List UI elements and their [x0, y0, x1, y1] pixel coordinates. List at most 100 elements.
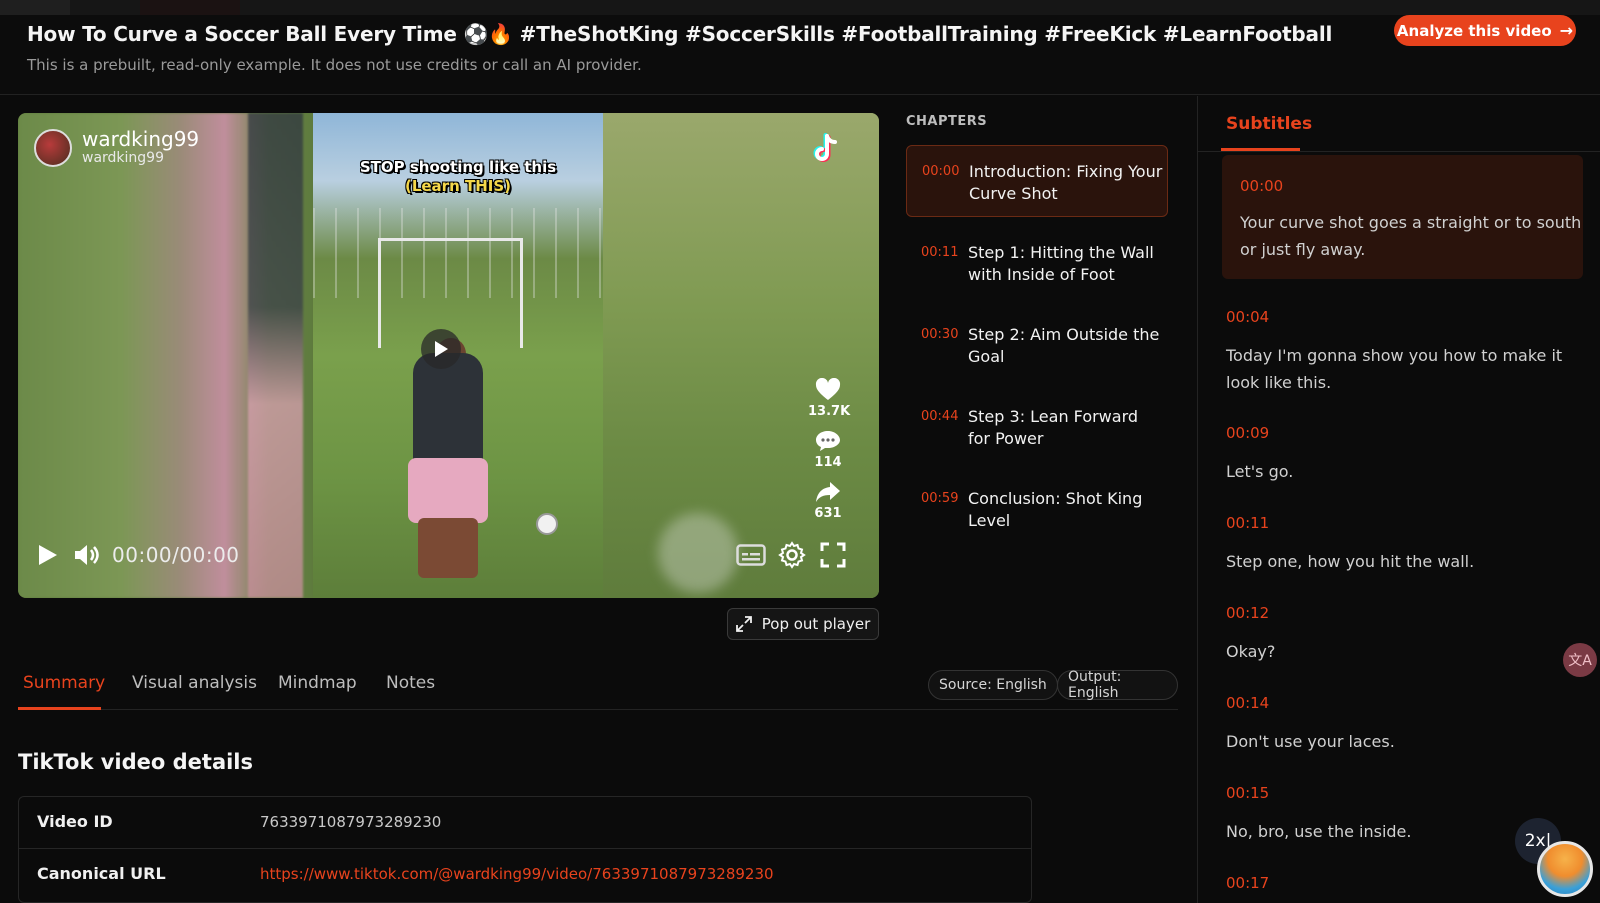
chapter-time: 00:44	[921, 409, 959, 424]
row-value: 7633971087973289230	[260, 813, 442, 831]
pop-out-label: Pop out player	[761, 615, 871, 633]
details-heading: TikTok video details	[18, 750, 254, 774]
top-strip	[0, 0, 1600, 15]
subtitle-text: Your curve shot goes a straight or to so…	[1240, 213, 1582, 259]
volume-button[interactable]	[73, 543, 101, 571]
subtitle-time: 00:00	[1240, 177, 1284, 195]
subtitle-time: 00:14	[1226, 694, 1270, 712]
subtitle-entry[interactable]: 00:09 Let's go.	[1226, 424, 1571, 485]
chapter-label: Step 1: Hitting the Wall with Inside of …	[968, 243, 1154, 284]
subtitle-entry[interactable]: 00:11 Step one, how you hit the wall.	[1226, 514, 1571, 575]
play-icon	[39, 545, 57, 565]
like-count: 13.7K	[808, 404, 851, 419]
chapter-item[interactable]: 00:30 Step 2: Aim Outside the Goal	[906, 309, 1168, 381]
comment-count: 114	[814, 455, 842, 470]
subtitle-text: Step one, how you hit the wall.	[1226, 552, 1475, 571]
comment-stat[interactable]: 114	[808, 429, 848, 470]
subtitle-time: 00:12	[1226, 604, 1270, 622]
fullscreen-icon	[820, 542, 846, 568]
tab-visual-analysis[interactable]: Visual analysis	[132, 673, 257, 693]
pop-out-player-button[interactable]: Pop out player	[727, 608, 879, 640]
analyze-button-label: Analyze this video	[1396, 21, 1552, 40]
subtitle-entry[interactable]: 00:14 Don't use your laces.	[1226, 694, 1571, 755]
tab-summary[interactable]: Summary	[23, 673, 105, 693]
video-overlay-caption: STOP shooting like this (Learn THIS)	[313, 158, 603, 196]
play-button[interactable]	[37, 543, 59, 571]
blurred-background-left	[18, 113, 313, 598]
soccer-ball	[536, 513, 558, 535]
chapter-time: 00:59	[921, 491, 959, 506]
share-count: 631	[814, 506, 842, 521]
tab-subtitles[interactable]: Subtitles	[1226, 114, 1312, 134]
chapter-time: 00:30	[921, 327, 959, 342]
video-player[interactable]: STOP shooting like this (Learn THIS) war…	[18, 113, 879, 598]
expand-icon	[735, 616, 752, 632]
row-key: Canonical URL	[37, 864, 166, 883]
subtitle-time: 00:15	[1226, 784, 1270, 802]
active-tab-indicator	[18, 707, 101, 710]
assistant-avatar[interactable]	[1537, 841, 1593, 897]
overlay-line-2: (Learn THIS)	[404, 177, 512, 195]
heart-icon	[815, 378, 841, 400]
comment-icon	[816, 431, 840, 451]
output-language-pill[interactable]: Output: English	[1057, 669, 1178, 701]
like-stat[interactable]: 13.7K	[808, 378, 851, 419]
share-icon	[816, 482, 840, 502]
analyze-video-button[interactable]: Analyze this video →	[1394, 15, 1576, 46]
chapter-item[interactable]: 00:44 Step 3: Lean Forward for Power	[906, 391, 1168, 463]
settings-button[interactable]	[778, 541, 806, 573]
row-key: Video ID	[37, 812, 113, 831]
subtitle-time: 00:17	[1226, 874, 1270, 892]
source-language-pill[interactable]: Source: English	[928, 670, 1058, 700]
chapter-label: Step 3: Lean Forward for Power	[968, 407, 1139, 448]
fullscreen-button[interactable]	[819, 541, 847, 573]
captions-icon	[736, 544, 766, 566]
chapter-item[interactable]: 00:11 Step 1: Hitting the Wall with Insi…	[906, 227, 1168, 299]
play-icon	[435, 341, 448, 357]
subtitle-entry[interactable]: 00:04 Today I'm gonna show you how to ma…	[1226, 308, 1571, 396]
arrow-right-icon: →	[1559, 21, 1574, 40]
gear-icon	[778, 541, 806, 569]
volume-icon	[75, 545, 99, 565]
tiktok-logo-icon	[810, 133, 840, 165]
playback-time: 00:00/00:00	[112, 543, 240, 567]
read-only-notice: This is a prebuilt, read-only example. I…	[27, 56, 642, 74]
subtitle-text: Today I'm gonna show you how to make it …	[1226, 346, 1563, 392]
share-stat[interactable]: 631	[808, 480, 848, 521]
subtitle-text: Let's go.	[1226, 462, 1294, 481]
subtitle-text: Don't use your laces.	[1226, 732, 1395, 751]
chapter-item[interactable]: 00:00 Introduction: Fixing Your Curve Sh…	[906, 145, 1168, 217]
blurred-background-right	[603, 113, 879, 598]
subtitle-time: 00:09	[1226, 424, 1270, 442]
subtitle-time: 00:04	[1226, 308, 1270, 326]
chapter-label: Introduction: Fixing Your Curve Shot	[969, 162, 1163, 203]
creator-username[interactable]: wardking99	[82, 127, 199, 151]
subtitle-text: Okay?	[1226, 642, 1276, 661]
creator-avatar[interactable]	[34, 129, 72, 167]
center-play-button[interactable]	[421, 329, 461, 369]
header: How To Curve a Soccer Ball Every Time ⚽🔥…	[0, 15, 1600, 95]
table-row: Video ID 7633971087973289230	[19, 797, 1031, 848]
chapter-label: Step 2: Aim Outside the Goal	[968, 325, 1160, 366]
tab-mindmap[interactable]: Mindmap	[278, 673, 357, 693]
table-row: Canonical URL https://www.tiktok.com/@wa…	[19, 848, 1031, 899]
chapter-time: 00:11	[921, 245, 959, 260]
chapter-time: 00:00	[922, 164, 960, 179]
content-tabs: Summary Visual analysis Mindmap Notes So…	[18, 660, 1178, 710]
overlay-line-1: STOP shooting like this	[359, 158, 557, 176]
details-table: Video ID 7633971087973289230 Canonical U…	[18, 796, 1032, 903]
subtitle-time: 00:11	[1226, 514, 1270, 532]
chapter-label: Conclusion: Shot King Level	[968, 489, 1143, 530]
subtitle-entry[interactable]: 00:12 Okay?	[1226, 604, 1571, 665]
captions-button[interactable]	[736, 543, 766, 571]
chapters-heading: CHAPTERS	[906, 114, 988, 129]
canonical-url-link[interactable]: https://www.tiktok.com/@wardking99/video…	[260, 865, 774, 883]
subtitle-entry[interactable]: 00:00 Your curve shot goes a straight or…	[1222, 155, 1583, 279]
translate-icon[interactable]: 文A	[1563, 643, 1597, 677]
tab-notes[interactable]: Notes	[386, 673, 435, 693]
page-title: How To Curve a Soccer Ball Every Time ⚽🔥…	[27, 22, 1333, 46]
panel-divider	[1197, 96, 1198, 903]
chapter-item[interactable]: 00:59 Conclusion: Shot King Level	[906, 473, 1168, 545]
creator-handle: wardking99	[82, 150, 164, 166]
subtitle-entry[interactable]: 00:17	[1226, 874, 1571, 892]
